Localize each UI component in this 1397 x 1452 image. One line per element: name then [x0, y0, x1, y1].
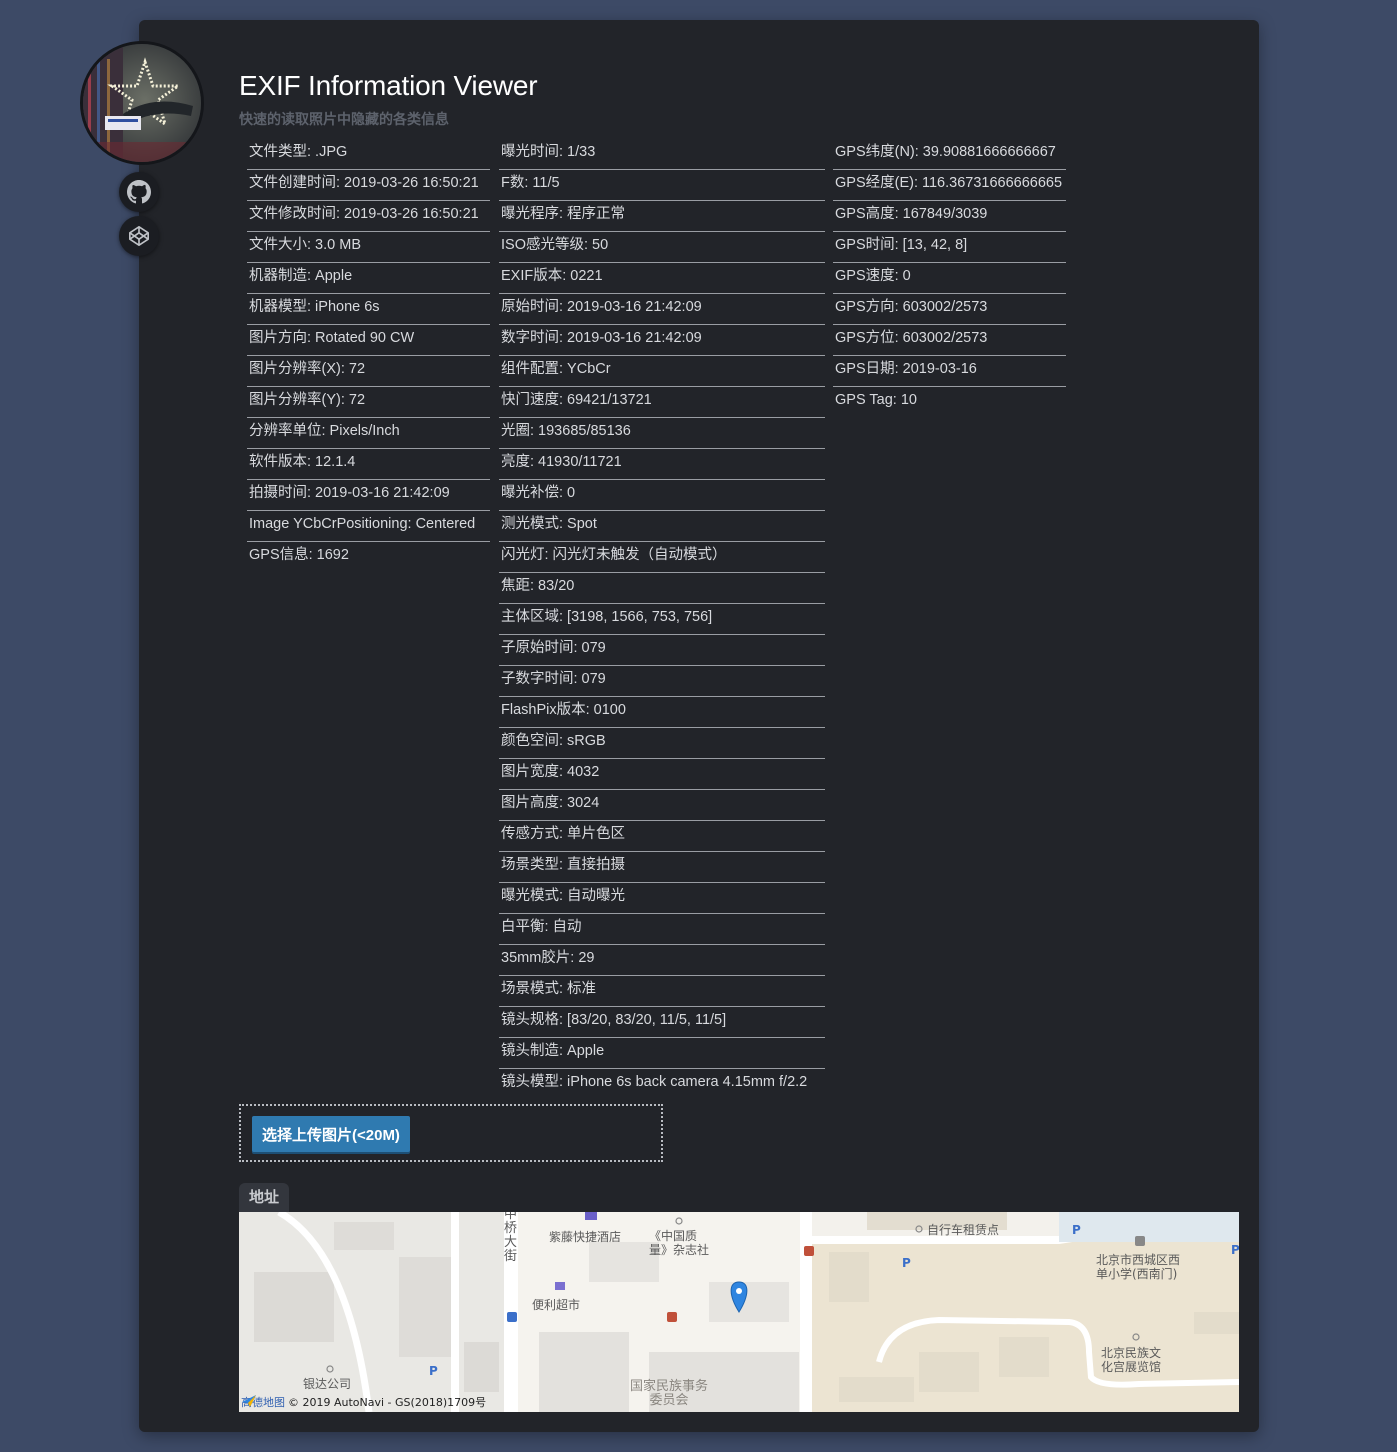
- exif-field: 软件版本: 12.1.4: [247, 450, 490, 480]
- exif-field: 场景模式: 标准: [499, 977, 825, 1007]
- exif-field: 图片高度: 3024: [499, 791, 825, 821]
- avatar[interactable]: [80, 41, 204, 165]
- exif-field: 镜头模型: iPhone 6s back camera 4.15mm f/2.2: [501, 1074, 808, 1090]
- exif-field: 快门速度: 69421/13721: [499, 388, 825, 418]
- map-copyright: © 2019 AutoNavi - GS(2018)1709号: [288, 1396, 487, 1409]
- exif-field: 图片宽度: 4032: [499, 760, 825, 790]
- exif-field: 曝光时间: 1/33: [499, 140, 825, 170]
- map-canvas: P P P P: [239, 1212, 1239, 1412]
- exif-field: GPS日期: 2019-03-16: [833, 357, 1066, 387]
- exif-field: 子原始时间: 079: [499, 636, 825, 666]
- exif-field: GPS速度: 0: [833, 264, 1066, 294]
- exif-field: 原始时间: 2019-03-16 21:42:09: [499, 295, 825, 325]
- exif-field: 传感方式: 单片色区: [499, 822, 825, 852]
- codepen-icon: [129, 226, 149, 246]
- exif-field: GPS方位: 603002/2573: [833, 326, 1066, 356]
- exif-field: FlashPix版本: 0100: [499, 698, 825, 728]
- location-map[interactable]: P P P P 中桥大街 紫藤快捷酒店 《中国质量》杂志社 自行车租赁点 北京市…: [239, 1212, 1239, 1412]
- page-title: EXIF Information Viewer: [239, 70, 538, 101]
- upload-image-button[interactable]: 选择上传图片(<20M): [252, 1116, 410, 1152]
- exif-field: GPS时间: [13, 42, 8]: [833, 233, 1066, 263]
- exif-field: 颜色空间: sRGB: [499, 729, 825, 759]
- exif-field: 光圈: 193685/85136: [499, 419, 825, 449]
- exif-field: F数: 11/5: [499, 171, 825, 201]
- map-attribution: 高德地图 © 2019 AutoNavi - GS(2018)1709号: [241, 1394, 486, 1410]
- exif-field: 白平衡: 自动: [499, 915, 825, 945]
- exif-field: 拍摄时间: 2019-03-16 21:42:09: [247, 481, 490, 511]
- exif-field: 曝光模式: 自动曝光: [499, 884, 825, 914]
- exif-field: GPS高度: 167849/3039: [833, 202, 1066, 232]
- exif-field: 组件配置: YCbCr: [499, 357, 825, 387]
- map-label-company: 银达公司: [303, 1377, 352, 1391]
- page-subtitle: 快速的读取照片中隐藏的各类信息: [239, 111, 449, 127]
- exif-field: 焦距: 83/20: [499, 574, 825, 604]
- exif-field: 镜头制造: Apple: [499, 1039, 825, 1069]
- exif-field: 文件大小: 3.0 MB: [247, 233, 490, 263]
- exif-field: 文件类型: .JPG: [247, 140, 490, 170]
- exif-field: 图片分辨率(Y): 72: [247, 388, 490, 418]
- exif-field: 子数字时间: 079: [499, 667, 825, 697]
- exif-field: 数字时间: 2019-03-16 21:42:09: [499, 326, 825, 356]
- exif-field: GPS信息: 1692: [249, 547, 349, 563]
- map-label-store: 便利超市: [532, 1298, 581, 1312]
- exif-field: GPS方向: 603002/2573: [833, 295, 1066, 325]
- exif-field: 闪光灯: 闪光灯未触发（自动模式）: [499, 543, 825, 573]
- exif-field: EXIF版本: 0221: [499, 264, 825, 294]
- map-label-street: 中桥大街: [504, 1212, 518, 1264]
- amap-logo-icon: [242, 1395, 256, 1407]
- exif-field: 机器制造: Apple: [247, 264, 490, 294]
- address-tab: 地址: [239, 1183, 290, 1213]
- map-label-magazine: 《中国质量》杂志社: [649, 1229, 710, 1257]
- exif-column-camera: 曝光时间: 1/33 F数: 11/5 曝光程序: 程序正常 ISO感光等级: 50 E…: [499, 140, 825, 1100]
- map-label-commission: 国家民族事务委员会: [629, 1379, 708, 1408]
- exif-column-file: 文件类型: .JPG 文件创建时间: 2019-03-26 16:50:21 文件修…: [247, 140, 490, 573]
- exif-field: 机器模型: iPhone 6s: [247, 295, 490, 325]
- exif-field: 曝光补偿: 0: [499, 481, 825, 511]
- exif-field: Image YCbCrPositioning: Centered: [247, 512, 490, 542]
- exif-field: 曝光程序: 程序正常: [499, 202, 825, 232]
- exif-field: GPS经度(E): 116.36731666666665: [833, 171, 1066, 201]
- exif-field: ISO感光等级: 50: [499, 233, 825, 263]
- exif-field: 亮度: 41930/11721: [499, 450, 825, 480]
- exif-field: 35mm胶片: 29: [499, 946, 825, 976]
- upload-dropzone[interactable]: 选择上传图片(<20M): [239, 1104, 663, 1162]
- exif-field: 图片分辨率(X): 72: [247, 357, 490, 387]
- exif-field: 文件创建时间: 2019-03-26 16:50:21: [247, 171, 490, 201]
- exif-field: 分辨率单位: Pixels/Inch: [247, 419, 490, 449]
- github-icon: [127, 180, 151, 204]
- map-label-school: 北京市西城区西单小学(西南门): [1096, 1253, 1181, 1281]
- exif-field: GPS Tag: 10: [835, 392, 917, 408]
- svg-text:P: P: [902, 1256, 911, 1270]
- svg-text:P: P: [429, 1364, 438, 1378]
- exif-field: GPS纬度(N): 39.90881666666667: [833, 140, 1066, 170]
- map-label-hotel: 紫藤快捷酒店: [549, 1230, 622, 1244]
- map-label-museum: 北京民族文化宫展览馆: [1101, 1346, 1162, 1374]
- svg-text:P: P: [1231, 1243, 1239, 1257]
- codepen-button[interactable]: [119, 216, 159, 256]
- svg-text:P: P: [1072, 1223, 1081, 1237]
- exif-field: 镜头规格: [83/20, 83/20, 11/5, 11/5]: [499, 1008, 825, 1038]
- exif-field: 主体区域: [3198, 1566, 753, 756]: [499, 605, 825, 635]
- map-label-bike: 自行车租赁点: [927, 1223, 1000, 1237]
- exif-field: 测光模式: Spot: [499, 512, 825, 542]
- github-button[interactable]: [119, 172, 159, 212]
- exif-field: 文件修改时间: 2019-03-26 16:50:21: [247, 202, 490, 232]
- exif-column-gps: GPS纬度(N): 39.90881666666667 GPS经度(E): 116…: [833, 140, 1066, 418]
- exif-field: 场景类型: 直接拍摄: [499, 853, 825, 883]
- exif-field: 图片方向: Rotated 90 CW: [247, 326, 490, 356]
